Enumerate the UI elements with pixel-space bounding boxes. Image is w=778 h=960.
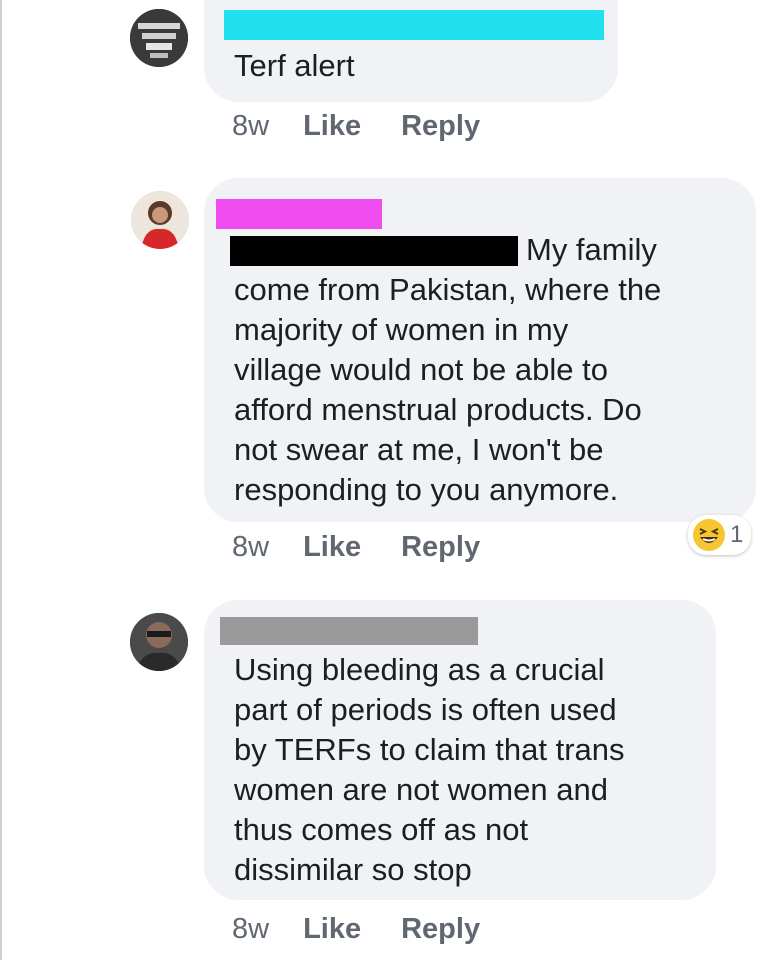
reply-button[interactable]: Reply [401,913,480,946]
comment-time[interactable]: 8w [232,913,269,946]
avatar-image [130,613,188,671]
author-name-redaction [220,617,478,645]
avatar[interactable] [130,613,188,671]
comment-actions: 8w Like Reply [232,913,480,946]
comment-3: Using bleeding as a crucial part of peri… [0,0,778,960]
like-button[interactable]: Like [303,913,361,946]
comment-text: Using bleeding as a crucial part of peri… [234,652,625,887]
